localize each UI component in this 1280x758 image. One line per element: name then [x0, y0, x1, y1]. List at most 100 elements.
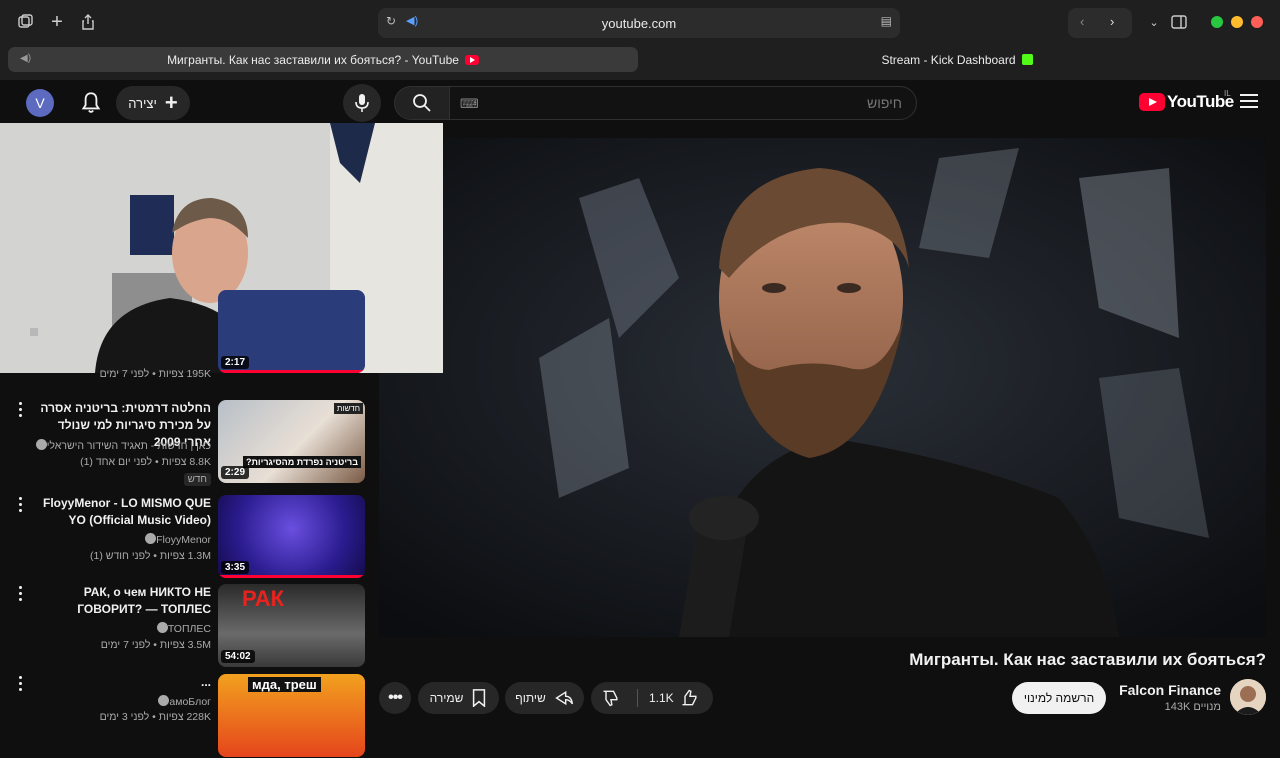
recommendation-thumbnail[interactable]: חדשות בריטניה נפרדת מהסיגריות? 2:29 [218, 400, 365, 483]
recommendation-meta: 195K צפיות • לפני 7 ימים [99, 368, 211, 380]
plus-icon: + [164, 90, 178, 115]
window-minimize-dot[interactable] [1231, 16, 1243, 28]
list-item[interactable]: 2:17 195K צפיות • לפני 7 ימים [0, 290, 370, 380]
recommendation-title[interactable]: РАК, о чем НИКТО НЕ ГОВОРИТ? — ТОПЛЕС [31, 584, 211, 618]
reader-icon[interactable]: ▤ [881, 14, 892, 28]
duration-badge: 3:35 [221, 561, 250, 574]
video-frame [379, 138, 1266, 637]
more-options-icon[interactable] [16, 402, 24, 420]
search-input[interactable] [449, 86, 917, 120]
tab-kick-title: Stream - Kick Dashboard [881, 52, 1016, 67]
voice-search-button[interactable] [343, 84, 381, 122]
youtube-favicon-icon [464, 54, 479, 65]
channel-avatar[interactable] [1230, 679, 1266, 715]
tab-youtube[interactable]: ◀) Мигранты. Как нас заставили их боятьс… [8, 47, 638, 72]
browser-chrome: + ↻ ◀) youtube.com ▤ ‹ › ⌄ ◀) Мигранты. … [0, 0, 1280, 80]
tab-kick[interactable]: Stream - Kick Dashboard [642, 47, 1272, 72]
recommendation-thumbnail[interactable]: мда, треш [218, 674, 365, 757]
recommendation-title[interactable]: FloyyMenor - LO MISMO QUE YO (Official M… [31, 495, 211, 529]
duration-badge: 2:17 [221, 356, 250, 369]
share-label: שיתוף [515, 691, 546, 705]
recommendation-channel: כאן | חדשות - תאגיד השידור הישראלי [33, 439, 211, 452]
navigation-buttons: ‹ › [1068, 8, 1132, 38]
verified-icon [158, 695, 170, 706]
dislike-button[interactable] [601, 688, 631, 708]
share-arrow-icon [554, 690, 573, 706]
thumbnail-caption: РАК [242, 586, 285, 611]
verified-icon [35, 439, 47, 450]
recommendation-meta: 8.8K צפיות • לפני יום אחד (1) [80, 456, 211, 468]
channel-name[interactable]: Falcon Finance [1119, 682, 1221, 698]
duration-badge: 2:29 [221, 466, 250, 479]
tab-overview-icon[interactable]: ⌄ [1141, 9, 1167, 35]
recommendation-channel: ТОПЛЕС [154, 622, 211, 635]
watch-progress-bar [218, 575, 365, 578]
more-options-icon[interactable] [16, 497, 24, 515]
like-button[interactable]: 1.1K [649, 682, 713, 714]
video-title: Мигранты. Как нас заставили их бояться? [909, 650, 1266, 669]
list-item[interactable]: החלטה דרמטית: בריטניה אסרה על מכירת סיגר… [0, 400, 370, 486]
sidebar-toggle-icon[interactable] [12, 9, 38, 35]
address-bar[interactable]: ↻ ◀) youtube.com ▤ [378, 8, 900, 38]
video-player[interactable] [379, 138, 1266, 637]
list-item[interactable]: FloyyMenor - LO MISMO QUE YO (Official M… [0, 495, 370, 579]
more-options-icon[interactable] [16, 586, 24, 604]
new-badge: חדש [183, 473, 211, 486]
watch-progress-bar [218, 370, 365, 373]
duration-badge: 54:02 [221, 650, 255, 663]
more-actions-button[interactable]: ••• [379, 682, 411, 714]
verified-icon [156, 622, 168, 633]
dislike-icon [603, 690, 618, 707]
tab-audio-icon[interactable]: ◀) [20, 53, 31, 64]
save-label: שמירה [429, 691, 464, 705]
keyboard-icon[interactable]: ⌨ [460, 96, 479, 112]
list-item[interactable]: ... амоБлог 228K צפיות • לפני 3 ימים мда… [0, 674, 370, 758]
youtube-logo[interactable]: YouTube [1139, 92, 1234, 112]
address-text: youtube.com [601, 15, 677, 31]
more-options-icon[interactable] [16, 676, 24, 694]
recommendation-meta: 228K צפיות • לפני 3 ימים [99, 711, 211, 723]
notifications-icon[interactable] [78, 90, 104, 116]
account-avatar[interactable]: V [26, 89, 54, 117]
create-button[interactable]: יצירה + [116, 86, 190, 120]
microphone-icon [355, 94, 369, 112]
list-item[interactable]: РАК, о чем НИКТО НЕ ГОВОРИТ? — ТОПЛЕС ТО… [0, 584, 370, 668]
subscribe-button[interactable]: הרשמה למינוי [1012, 682, 1106, 714]
save-button[interactable]: שמירה [418, 682, 499, 714]
like-icon [682, 689, 697, 706]
recommendation-thumbnail[interactable]: 2:17 [218, 290, 365, 373]
like-count: 1.1K [649, 691, 674, 705]
kick-favicon-icon [1021, 54, 1033, 65]
recommendation-title[interactable]: ... [31, 674, 211, 691]
share-button[interactable]: שיתוף [505, 682, 584, 714]
thumbnail-caption: мда, треш [248, 677, 321, 692]
recommendation-thumbnail[interactable]: РАК 54:02 [218, 584, 365, 667]
share-icon[interactable] [75, 9, 101, 35]
tab-youtube-title: Мигранты. Как нас заставили их бояться? … [167, 52, 459, 67]
thumbnail-caption: בריטניה נפרדת מהסיגריות? [242, 456, 361, 468]
forward-icon[interactable]: › [1110, 14, 1114, 29]
recommendation-thumbnail[interactable]: 3:35 [218, 495, 365, 578]
recommendation-meta: 1.3M צפיות • לפני חודש (1) [90, 550, 211, 562]
youtube-header: V יצירה + ⌨ YouTube IL [0, 80, 1280, 128]
create-label: יצירה [128, 95, 157, 111]
recommendation-meta: 3.5M צפיות • לפני 7 ימים [100, 639, 211, 651]
recommendation-channel: амоБлог [155, 695, 211, 708]
recommendation-channel: FloyyMenor [142, 533, 211, 546]
audio-playing-icon[interactable]: ◀) [406, 14, 418, 27]
split-view-icon[interactable] [1166, 9, 1192, 35]
verified-icon [145, 533, 157, 544]
back-icon[interactable]: ‹ [1080, 14, 1084, 29]
window-close-dot[interactable] [1251, 16, 1263, 28]
reload-icon[interactable]: ↻ [386, 14, 396, 28]
subscriber-count: 143K מנויים [1164, 701, 1221, 713]
region-code: IL [1224, 89, 1231, 98]
youtube-play-icon [1139, 93, 1165, 111]
window-zoom-dot[interactable] [1211, 16, 1223, 28]
like-dislike-group: 1.1K [591, 682, 713, 714]
new-tab-icon[interactable]: + [44, 9, 70, 35]
bookmark-icon [473, 689, 486, 707]
thumbnail-tag: חדשות [333, 403, 363, 414]
search-button[interactable] [394, 86, 450, 120]
menu-icon[interactable] [1240, 94, 1258, 112]
